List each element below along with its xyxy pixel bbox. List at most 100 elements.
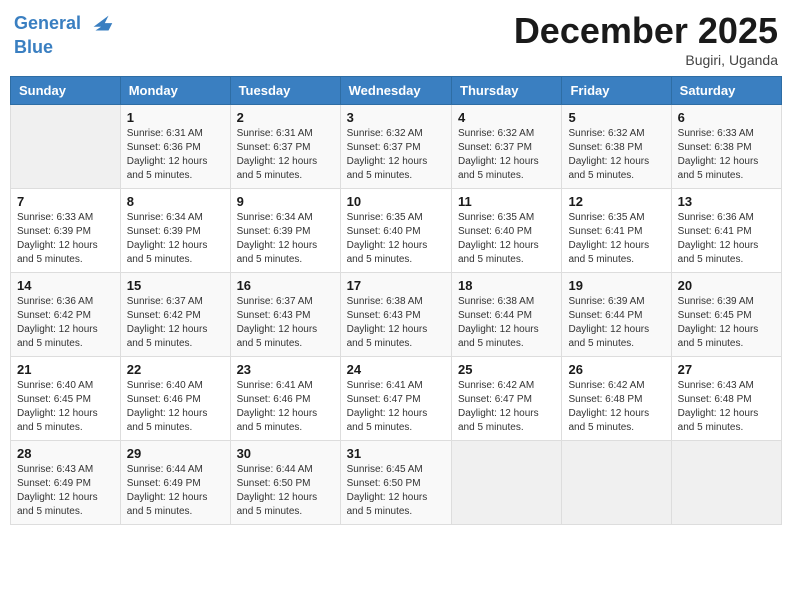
day-info: Sunrise: 6:34 AM Sunset: 6:39 PM Dayligh… [237,211,334,267]
calendar-cell: 17 Sunrise: 6:38 AM Sunset: 6:43 PM Dayli… [340,273,451,357]
day-number: 17 [347,278,445,293]
calendar-cell: 21Sunrise: 6:40 AM Sunset: 6:45 PM Dayli… [11,357,121,441]
day-info: Sunrise: 6:42 AM Sunset: 6:47 PM Dayligh… [458,379,555,435]
day-info: Sunrise: 6:38 AM Sunset: 6:44 PM Dayligh… [458,295,555,351]
day-number: 7 [17,194,114,209]
logo-text-line2: Blue [14,38,116,58]
day-number: 3 [347,110,445,125]
day-number: 8 [127,194,224,209]
day-number: 9 [237,194,334,209]
day-number: 12 [568,194,664,209]
day-number: 27 [678,362,775,377]
day-number: 2 [237,110,334,125]
calendar-cell: 26Sunrise: 6:42 AM Sunset: 6:48 PM Dayli… [562,357,671,441]
day-info: Sunrise: 6:44 AM Sunset: 6:49 PM Dayligh… [127,463,224,519]
month-title: December 2025 [514,10,778,52]
day-info: Sunrise: 6:34 AM Sunset: 6:39 PM Dayligh… [127,211,224,267]
day-number: 30 [237,446,334,461]
logo: General Blue [14,10,116,58]
day-info: Sunrise: 6:36 AM Sunset: 6:41 PM Dayligh… [678,211,775,267]
calendar-cell [11,105,121,189]
day-number: 18 [458,278,555,293]
weekday-header: Thursday [452,77,562,105]
calendar-cell: 19Sunrise: 6:39 AM Sunset: 6:44 PM Dayli… [562,273,671,357]
day-info: Sunrise: 6:41 AM Sunset: 6:47 PM Dayligh… [347,379,445,435]
weekday-header: Friday [562,77,671,105]
calendar-cell: 27 Sunrise: 6:43 AM Sunset: 6:48 PM Dayli… [671,357,781,441]
day-info: Sunrise: 6:33 AM Sunset: 6:38 PM Dayligh… [678,127,775,183]
calendar-week-row: 14 Sunrise: 6:36 AM Sunset: 6:42 PM Dayli… [11,273,782,357]
weekday-header: Monday [120,77,230,105]
day-info: Sunrise: 6:40 AM Sunset: 6:45 PM Dayligh… [17,379,114,435]
day-number: 5 [568,110,664,125]
calendar-cell: 12 Sunrise: 6:35 AM Sunset: 6:41 PM Dayli… [562,189,671,273]
calendar-week-row: 28 Sunrise: 6:43 AM Sunset: 6:49 PM Dayli… [11,441,782,525]
day-info: Sunrise: 6:39 AM Sunset: 6:45 PM Dayligh… [678,295,775,351]
calendar-cell: 24 Sunrise: 6:41 AM Sunset: 6:47 PM Dayli… [340,357,451,441]
calendar-cell [562,441,671,525]
calendar-cell: 28 Sunrise: 6:43 AM Sunset: 6:49 PM Dayli… [11,441,121,525]
day-number: 25 [458,362,555,377]
logo-text-line1: General [14,10,116,38]
calendar-cell: 15 Sunrise: 6:37 AM Sunset: 6:42 PM Dayli… [120,273,230,357]
calendar-header-row: SundayMondayTuesdayWednesdayThursdayFrid… [11,77,782,105]
day-info: Sunrise: 6:36 AM Sunset: 6:42 PM Dayligh… [17,295,114,351]
calendar-week-row: 1 Sunrise: 6:31 AM Sunset: 6:36 PM Daylig… [11,105,782,189]
day-info: Sunrise: 6:43 AM Sunset: 6:48 PM Dayligh… [678,379,775,435]
calendar-cell: 5 Sunrise: 6:32 AM Sunset: 6:38 PM Daylig… [562,105,671,189]
calendar-cell: 1 Sunrise: 6:31 AM Sunset: 6:36 PM Daylig… [120,105,230,189]
day-number: 23 [237,362,334,377]
calendar-cell: 10Sunrise: 6:35 AM Sunset: 6:40 PM Dayli… [340,189,451,273]
day-number: 14 [17,278,114,293]
day-number: 20 [678,278,775,293]
day-number: 1 [127,110,224,125]
calendar-cell: 13 Sunrise: 6:36 AM Sunset: 6:41 PM Dayli… [671,189,781,273]
day-info: Sunrise: 6:40 AM Sunset: 6:46 PM Dayligh… [127,379,224,435]
calendar-cell: 7Sunrise: 6:33 AM Sunset: 6:39 PM Daylig… [11,189,121,273]
calendar-cell: 31 Sunrise: 6:45 AM Sunset: 6:50 PM Dayli… [340,441,451,525]
calendar-cell: 8 Sunrise: 6:34 AM Sunset: 6:39 PM Daylig… [120,189,230,273]
day-info: Sunrise: 6:32 AM Sunset: 6:38 PM Dayligh… [568,127,664,183]
calendar-cell: 6 Sunrise: 6:33 AM Sunset: 6:38 PM Daylig… [671,105,781,189]
calendar-cell: 20 Sunrise: 6:39 AM Sunset: 6:45 PM Dayli… [671,273,781,357]
location-subtitle: Bugiri, Uganda [514,52,778,68]
day-number: 11 [458,194,555,209]
day-info: Sunrise: 6:32 AM Sunset: 6:37 PM Dayligh… [347,127,445,183]
day-number: 31 [347,446,445,461]
day-info: Sunrise: 6:35 AM Sunset: 6:40 PM Dayligh… [347,211,445,267]
day-info: Sunrise: 6:37 AM Sunset: 6:42 PM Dayligh… [127,295,224,351]
day-info: Sunrise: 6:42 AM Sunset: 6:48 PM Dayligh… [568,379,664,435]
day-number: 15 [127,278,224,293]
title-area: December 2025 Bugiri, Uganda [514,10,778,68]
calendar-cell: 4Sunrise: 6:32 AM Sunset: 6:37 PM Daylig… [452,105,562,189]
day-info: Sunrise: 6:35 AM Sunset: 6:41 PM Dayligh… [568,211,664,267]
day-number: 28 [17,446,114,461]
weekday-header: Tuesday [230,77,340,105]
calendar-cell [452,441,562,525]
calendar-cell: 18 Sunrise: 6:38 AM Sunset: 6:44 PM Dayli… [452,273,562,357]
calendar-cell: 30 Sunrise: 6:44 AM Sunset: 6:50 PM Dayli… [230,441,340,525]
day-info: Sunrise: 6:45 AM Sunset: 6:50 PM Dayligh… [347,463,445,519]
day-number: 6 [678,110,775,125]
day-info: Sunrise: 6:31 AM Sunset: 6:37 PM Dayligh… [237,127,334,183]
day-number: 24 [347,362,445,377]
day-info: Sunrise: 6:41 AM Sunset: 6:46 PM Dayligh… [237,379,334,435]
calendar-cell: 23 Sunrise: 6:41 AM Sunset: 6:46 PM Dayli… [230,357,340,441]
calendar-cell: 3 Sunrise: 6:32 AM Sunset: 6:37 PM Daylig… [340,105,451,189]
calendar-cell: 25 Sunrise: 6:42 AM Sunset: 6:47 PM Dayli… [452,357,562,441]
weekday-header: Wednesday [340,77,451,105]
day-info: Sunrise: 6:43 AM Sunset: 6:49 PM Dayligh… [17,463,114,519]
calendar-cell: 9 Sunrise: 6:34 AM Sunset: 6:39 PM Daylig… [230,189,340,273]
weekday-header: Saturday [671,77,781,105]
day-number: 13 [678,194,775,209]
day-number: 16 [237,278,334,293]
calendar-cell: 22Sunrise: 6:40 AM Sunset: 6:46 PM Dayli… [120,357,230,441]
day-info: Sunrise: 6:31 AM Sunset: 6:36 PM Dayligh… [127,127,224,183]
calendar-week-row: 7Sunrise: 6:33 AM Sunset: 6:39 PM Daylig… [11,189,782,273]
day-info: Sunrise: 6:37 AM Sunset: 6:43 PM Dayligh… [237,295,334,351]
day-info: Sunrise: 6:38 AM Sunset: 6:43 PM Dayligh… [347,295,445,351]
calendar-table: SundayMondayTuesdayWednesdayThursdayFrid… [10,76,782,525]
day-info: Sunrise: 6:32 AM Sunset: 6:37 PM Dayligh… [458,127,555,183]
page-header: General Blue December 2025 Bugiri, Ugand… [10,10,782,68]
day-info: Sunrise: 6:44 AM Sunset: 6:50 PM Dayligh… [237,463,334,519]
